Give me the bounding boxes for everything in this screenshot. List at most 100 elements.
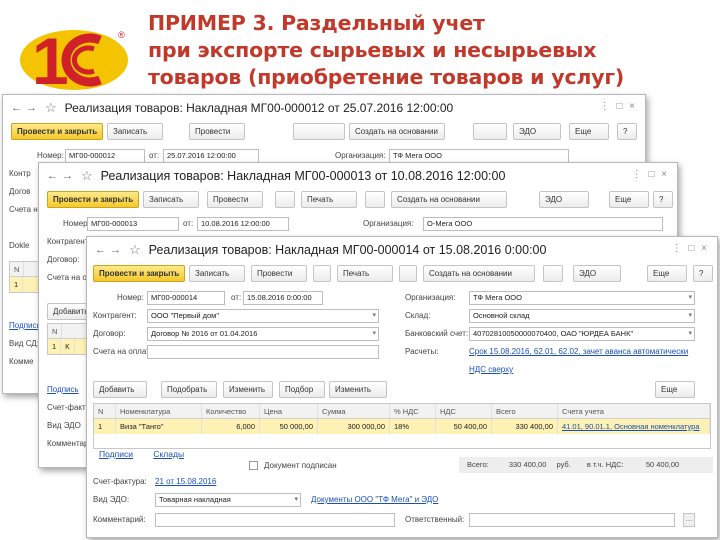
cell-accounts[interactable]: 41.01, 90.01.1, Основная номенклатура (558, 419, 710, 434)
forward-icon[interactable]: → (108, 244, 123, 256)
date-field[interactable]: 10.08.2016 12:00:00 (197, 217, 289, 231)
attachments-button[interactable] (473, 123, 507, 140)
slide-title: ПРИМЕР 3. Раздельный учет при экспорте с… (148, 10, 714, 91)
table-more-button[interactable]: Еще (655, 381, 695, 398)
back-icon[interactable]: ← (93, 244, 108, 256)
related-docs-icon[interactable] (365, 191, 385, 208)
table-header: N (48, 324, 86, 339)
back-icon[interactable]: ← (9, 102, 24, 114)
save-button[interactable]: Записать (189, 265, 245, 282)
signatures-link[interactable]: Подпись (9, 321, 41, 330)
post-button[interactable]: Провести (207, 191, 263, 208)
help-button[interactable]: ? (617, 123, 637, 140)
table-row[interactable]: 1К (48, 339, 86, 354)
attachment-icon[interactable] (313, 265, 331, 282)
add-row-button[interactable]: Добавить (93, 381, 147, 398)
post-and-close-button[interactable]: Провести и закрыть (11, 123, 103, 140)
vat-on-top-link[interactable]: НДС сверху (469, 365, 513, 374)
more-button[interactable]: Еще (569, 123, 609, 140)
number-field[interactable]: МГ00-000013 (87, 217, 179, 231)
column-vat: НДС (436, 404, 492, 418)
table-row[interactable]: 1 Виза "Танго" 6,000 50 000,00 300 000,0… (94, 419, 710, 434)
attachments-button[interactable] (543, 265, 563, 282)
tab-products[interactable]: Dokle (9, 241, 29, 250)
save-button[interactable]: Записать (107, 123, 163, 140)
column-n: N (10, 262, 25, 276)
window-controls-icon[interactable]: ⋮ □ × (672, 243, 709, 254)
warehouse-field[interactable]: Основной склад ▾ (469, 309, 695, 323)
date-field[interactable]: 25.07.2016 12:00:00 (163, 149, 259, 163)
date-field[interactable]: 15.08.2016 0:00:00 (243, 291, 323, 305)
back-icon[interactable]: ← (45, 170, 60, 182)
comment-field[interactable] (155, 513, 395, 527)
edo-note-link[interactable]: Документы ООО "ТФ Мега" и ЭДО (311, 495, 438, 504)
edit-button[interactable]: Изменить (329, 381, 387, 398)
settlements-link[interactable]: Срок 15.08.2016, 62.01, 62.02, зачет ава… (469, 347, 688, 356)
dropdown-arrow-icon: ▾ (688, 312, 692, 319)
contractor-label: Контрагент (47, 237, 89, 246)
favorite-star-icon[interactable]: ☆ (129, 242, 141, 258)
favorite-star-icon[interactable]: ☆ (81, 168, 93, 184)
create-based-on-button[interactable]: Создать на основании (391, 191, 507, 208)
cell-quantity: 6,000 (202, 419, 260, 434)
signatures-link[interactable]: Подпись (47, 385, 79, 394)
post-and-close-button[interactable]: Провести и закрыть (47, 191, 139, 208)
tab-signatures[interactable]: Подписи (99, 449, 133, 459)
more-icon[interactable]: … (683, 513, 695, 527)
edo-type-label: Вид СД: (9, 339, 39, 348)
forward-icon[interactable]: → (24, 102, 39, 114)
print-button[interactable] (293, 123, 345, 140)
help-button[interactable]: ? (653, 191, 673, 208)
cell-sum: 300 000,00 (318, 419, 390, 434)
edo-type-field[interactable]: Товарная накладная ▾ (155, 493, 301, 507)
help-button[interactable]: ? (693, 265, 713, 282)
print-button[interactable]: Печать (337, 265, 393, 282)
edo-button[interactable]: ЭДО (513, 123, 561, 140)
edo-button[interactable]: ЭДО (539, 191, 589, 208)
edo-type-label: Вид ЭДО (47, 421, 81, 430)
organization-label: Организация: (335, 151, 386, 160)
edo-button[interactable]: ЭДО (573, 265, 621, 282)
post-and-close-button[interactable]: Провести и закрыть (93, 265, 185, 282)
add-row-button[interactable]: Добавить (47, 303, 87, 320)
change-button[interactable]: Изменить (223, 381, 273, 398)
organization-field[interactable]: О-Мега ООО (423, 217, 663, 231)
window-controls-icon[interactable]: ⋮ □ × (600, 101, 637, 112)
contractor-label: Контрагент: (93, 311, 137, 320)
invoice-label: Счет-фактура: (93, 477, 147, 486)
more-button[interactable]: Еще (609, 191, 649, 208)
pick-button[interactable]: Подобрать (161, 381, 217, 398)
selection-button[interactable]: Подбор (279, 381, 325, 398)
related-docs-icon[interactable] (399, 265, 417, 282)
row-contract: Договор: Договор № 2016 от 01.04.2016 ▾ Б… (87, 325, 717, 343)
contractor-field[interactable]: ООО "Первый дом" ▾ (147, 309, 379, 323)
create-based-on-button[interactable]: Создать на основании (423, 265, 535, 282)
responsible-field[interactable] (469, 513, 675, 527)
svg-text:®: ® (118, 30, 125, 40)
organization-field[interactable]: ТФ Мега ООО ▾ (469, 291, 695, 305)
invoice-link[interactable]: 21 от 15.08.2016 (155, 477, 216, 486)
attachment-icon[interactable] (275, 191, 295, 208)
number-field[interactable]: МГ00-000014 (147, 291, 225, 305)
post-button[interactable]: Провести (189, 123, 245, 140)
create-based-on-button[interactable]: Создать на основании (349, 123, 445, 140)
window-controls-icon[interactable]: ⋮ □ × (632, 169, 669, 180)
comment-label: Комментарий: (93, 515, 146, 524)
column-vat-rate: % НДС (390, 404, 436, 418)
post-button[interactable]: Провести (251, 265, 307, 282)
doc-signed-checkbox[interactable]: Документ подписан (249, 461, 337, 470)
print-button[interactable]: Печать (301, 191, 357, 208)
tab-warehouses[interactable]: Склады (153, 449, 184, 459)
contract-value: Договор № 2016 от 01.04.2016 (151, 329, 258, 338)
organization-field[interactable]: ТФ Мега ООО (389, 149, 569, 163)
favorite-star-icon[interactable]: ☆ (45, 100, 57, 116)
forward-icon[interactable]: → (60, 170, 75, 182)
more-button[interactable]: Еще (647, 265, 687, 282)
window-titlebar: ← → ☆ Реализация товаров: Накладная МГ00… (39, 163, 677, 189)
save-button[interactable]: Записать (143, 191, 199, 208)
contract-field[interactable]: Договор № 2016 от 01.04.2016 ▾ (147, 327, 379, 341)
toolbar: Провести и закрыть Записать Провести Печ… (39, 189, 677, 211)
invoices-field[interactable] (147, 345, 379, 359)
bank-account-field[interactable]: 40702810050000070400, ОАО "ЮРДЕА БАНК" ▾ (469, 327, 695, 341)
number-field[interactable]: МГ00-000012 (65, 149, 145, 163)
